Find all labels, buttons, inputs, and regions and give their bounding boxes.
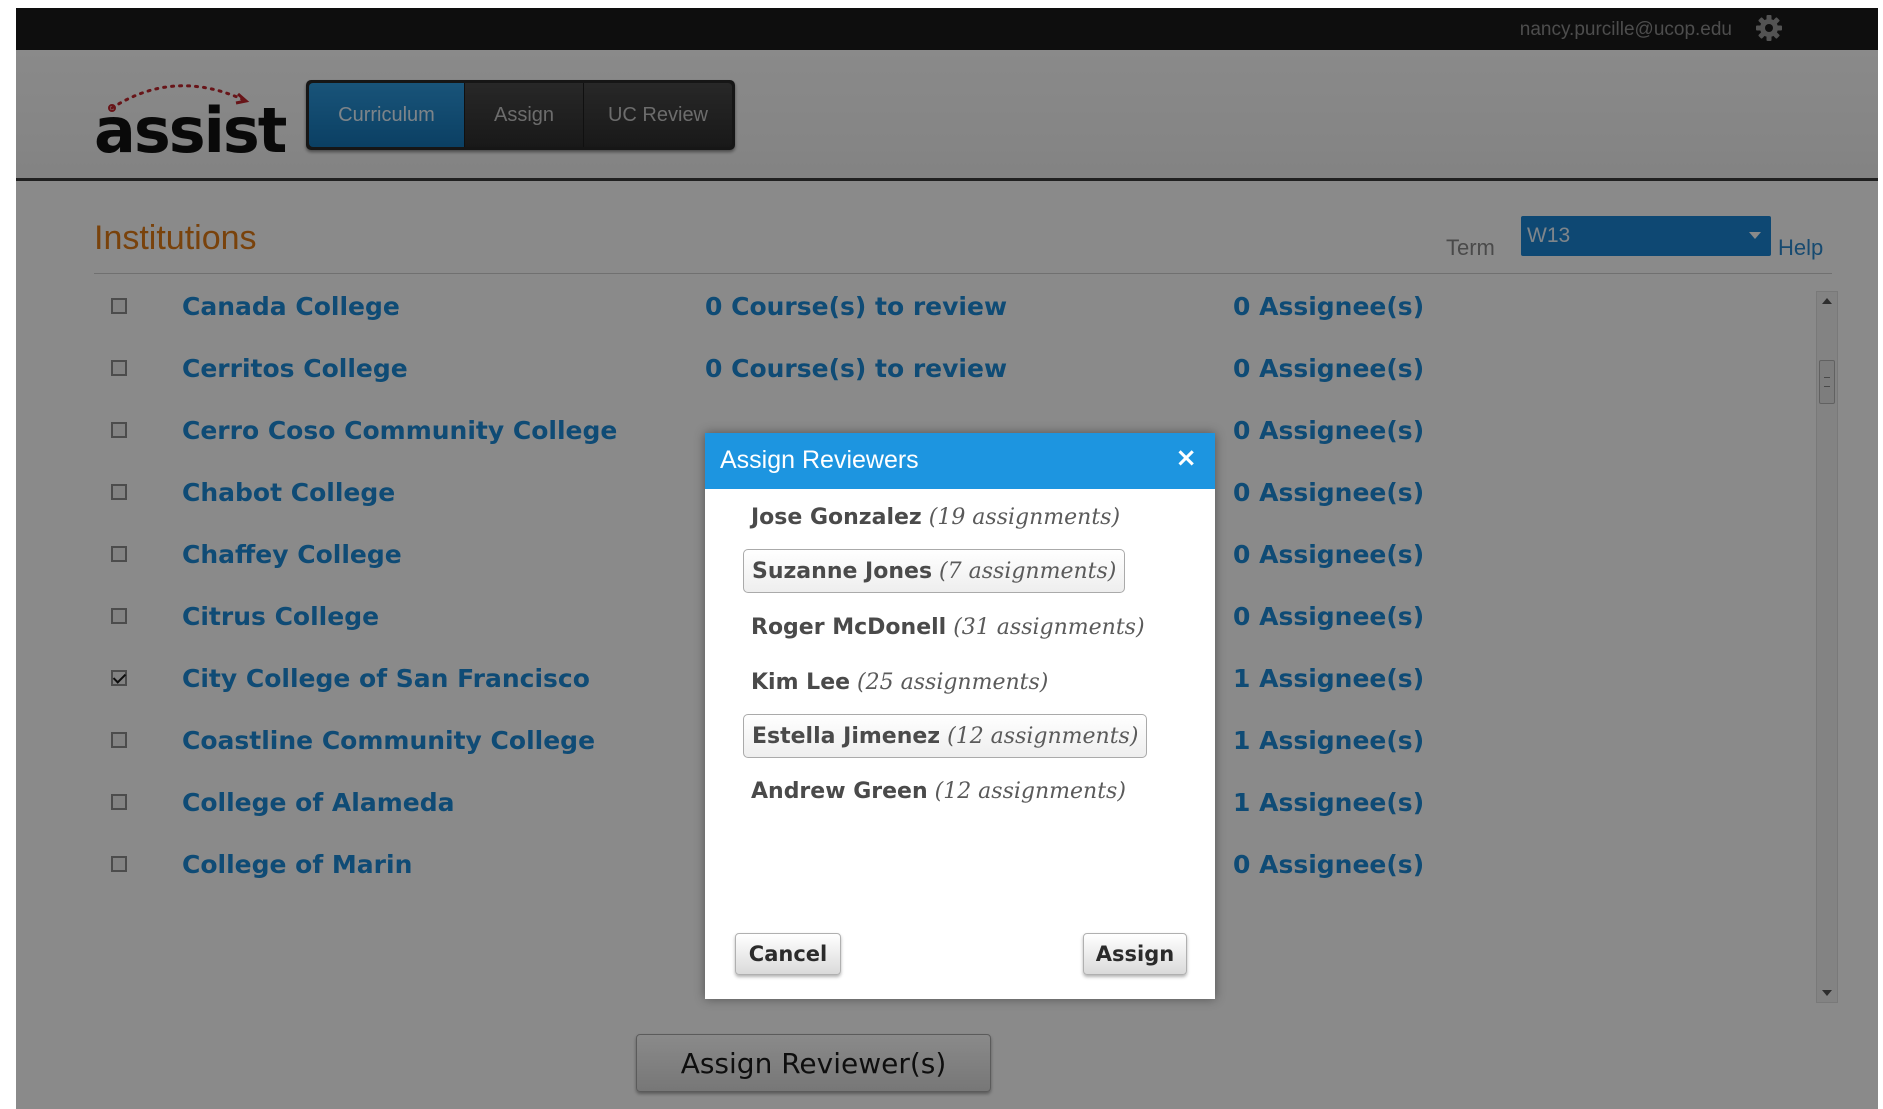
close-icon[interactable]: × xyxy=(1175,445,1197,471)
reviewer-name: Roger McDonell xyxy=(751,614,947,640)
assign-reviewers-dialog: Assign Reviewers × Jose Gonzalez (19 assi… xyxy=(705,433,1215,999)
dialog-title: Assign Reviewers xyxy=(720,446,919,474)
reviewer-option[interactable]: Roger McDonell (31 assignments) xyxy=(743,605,1153,649)
reviewer-assignment-count: (12 assignments) xyxy=(934,778,1126,804)
reviewer-assignment-count: (31 assignments) xyxy=(953,614,1145,640)
reviewer-assignment-count: (19 assignments) xyxy=(928,504,1121,530)
reviewer-assignment-count: (25 assignments) xyxy=(857,669,1049,695)
cancel-button[interactable]: Cancel xyxy=(735,933,841,975)
reviewer-assignment-count: (7 assignments) xyxy=(939,558,1117,584)
reviewer-option[interactable]: Suzanne Jones (7 assignments) xyxy=(743,549,1126,593)
reviewer-option[interactable]: Jose Gonzalez (19 assignments) xyxy=(743,495,1128,539)
reviewer-name: Estella Jimenez xyxy=(752,723,941,749)
reviewer-option[interactable]: Kim Lee (25 assignments) xyxy=(743,660,1056,704)
reviewer-option[interactable]: Estella Jimenez (12 assignments) xyxy=(743,714,1148,758)
reviewer-name: Kim Lee xyxy=(751,669,851,695)
reviewer-name: Andrew Green xyxy=(751,778,928,804)
reviewer-assignment-count: (12 assignments) xyxy=(947,723,1139,749)
reviewer-name: Jose Gonzalez xyxy=(751,504,922,530)
dialog-header: Assign Reviewers × xyxy=(705,433,1215,489)
reviewer-name: Suzanne Jones xyxy=(752,558,933,584)
reviewer-option[interactable]: Andrew Green (12 assignments) xyxy=(743,769,1134,813)
assign-button[interactable]: Assign xyxy=(1083,933,1187,975)
